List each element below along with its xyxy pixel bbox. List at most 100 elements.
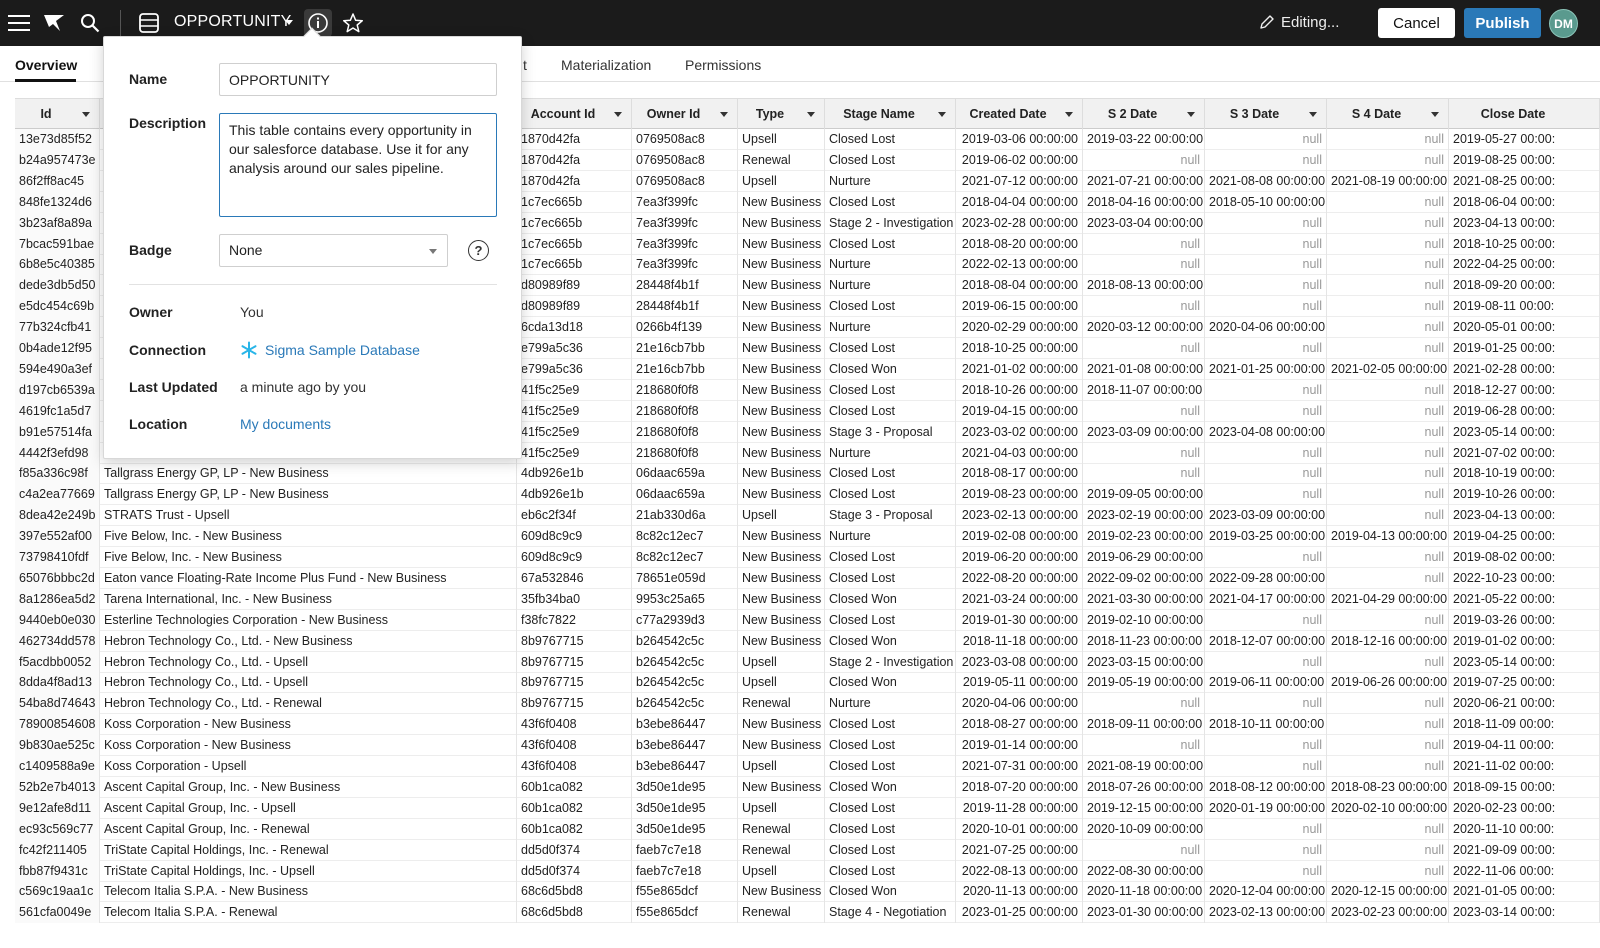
cell-owner-id[interactable]: f55e865dcf xyxy=(632,902,738,924)
cell-type[interactable]: New Business xyxy=(738,526,825,548)
cell-id[interactable]: ec93c569c77 xyxy=(15,818,100,840)
cell-stage-name[interactable]: Closed Lost xyxy=(825,818,956,840)
cell-created-date[interactable]: 2023-03-08 00:00:00 xyxy=(956,651,1083,673)
cell-owner-id[interactable]: 0769508ac8 xyxy=(632,149,738,171)
cell-created-date[interactable]: 2019-02-08 00:00:00 xyxy=(956,526,1083,548)
cell-stage-name[interactable]: Nurture xyxy=(825,275,956,297)
cell-close-date[interactable]: 2021-02-28 00:00: xyxy=(1449,358,1600,380)
cell-owner-id[interactable]: faeb7c7e18 xyxy=(632,860,738,882)
tab-permissions[interactable]: Permissions xyxy=(685,57,761,73)
cell-owner-id[interactable]: 7ea3f399fc xyxy=(632,233,738,255)
column-menu-chevron-icon[interactable] xyxy=(807,112,815,117)
cell-close-date[interactable]: 2018-12-27 00:00: xyxy=(1449,379,1600,401)
cell-account-id[interactable]: 8b9767715 xyxy=(517,672,632,694)
cell-account-name[interactable]: TriState Capital Holdings, Inc. - Renewa… xyxy=(100,839,517,861)
cell-stage-name[interactable]: Stage 2 - Investigation xyxy=(825,212,956,234)
cell-owner-id[interactable]: 0266b4f139 xyxy=(632,317,738,339)
column-header-id[interactable]: Id xyxy=(15,99,100,129)
cell-account-id[interactable]: 43f6f0408 xyxy=(517,735,632,757)
cell-s3-date[interactable]: null xyxy=(1205,693,1327,715)
cell-owner-id[interactable]: 78651e059d xyxy=(632,567,738,589)
cell-stage-name[interactable]: Closed Lost xyxy=(825,191,956,213)
cell-created-date[interactable]: 2021-03-24 00:00:00 xyxy=(956,588,1083,610)
cell-stage-name[interactable]: Closed Lost xyxy=(825,149,956,171)
cell-type[interactable]: New Business xyxy=(738,421,825,443)
cell-created-date[interactable]: 2021-04-03 00:00:00 xyxy=(956,442,1083,464)
chevron-down-icon[interactable] xyxy=(285,20,293,25)
cell-id[interactable]: 3b23af8a89a xyxy=(15,212,100,234)
cell-owner-id[interactable]: b3ebe86447 xyxy=(632,735,738,757)
cell-s4-date[interactable]: 2020-12-15 00:00:00 xyxy=(1327,881,1449,903)
cell-s4-date[interactable]: null xyxy=(1327,693,1449,715)
table-row[interactable]: 52b2e7b4013 Ascent Capital Group, Inc. - … xyxy=(15,776,1600,798)
cell-s2-date[interactable]: null xyxy=(1083,693,1205,715)
cell-owner-id[interactable]: b3ebe86447 xyxy=(632,756,738,777)
cell-s3-date[interactable]: 2021-01-25 00:00:00 xyxy=(1205,358,1327,380)
cell-close-date[interactable]: 2023-04-13 00:00: xyxy=(1449,212,1600,234)
star-icon[interactable] xyxy=(341,11,365,35)
column-header-owner-id[interactable]: Owner Id xyxy=(632,99,738,129)
cell-s2-date[interactable]: null xyxy=(1083,735,1205,757)
cell-s2-date[interactable]: 2020-10-09 00:00:00 xyxy=(1083,818,1205,840)
table-row[interactable]: 8dda4f8ad13 Hebron Technology Co., Ltd. -… xyxy=(15,672,1600,694)
cell-owner-id[interactable]: 21e16cb7bb xyxy=(632,338,738,359)
cell-stage-name[interactable]: Closed Lost xyxy=(825,797,956,819)
table-row[interactable]: f5acdbb0052 Hebron Technology Co., Ltd. -… xyxy=(15,651,1600,673)
cell-stage-name[interactable]: Closed Lost xyxy=(825,567,956,589)
cell-owner-id[interactable]: 218680f0f8 xyxy=(632,421,738,443)
cell-type[interactable]: Renewal xyxy=(738,693,825,715)
cell-s4-date[interactable]: null xyxy=(1327,567,1449,589)
help-icon[interactable]: ? xyxy=(468,240,489,261)
cell-account-id[interactable]: 41f5c25e9 xyxy=(517,379,632,401)
column-header-stage-name[interactable]: Stage Name xyxy=(825,99,956,129)
cell-owner-id[interactable]: b264542c5c xyxy=(632,630,738,652)
cell-account-id[interactable]: 1c7ec665b xyxy=(517,254,632,276)
cell-account-id[interactable]: 67a532846 xyxy=(517,567,632,589)
cell-created-date[interactable]: 2018-08-20 00:00:00 xyxy=(956,233,1083,255)
cell-s2-date[interactable]: 2020-11-18 00:00:00 xyxy=(1083,881,1205,903)
cell-owner-id[interactable]: 9953c25a65 xyxy=(632,588,738,610)
table-row[interactable]: 78900854608 Koss Corporation - New Busine… xyxy=(15,714,1600,736)
cell-stage-name[interactable]: Nurture xyxy=(825,442,956,464)
cell-s2-date[interactable]: null xyxy=(1083,296,1205,318)
badge-select[interactable]: None xyxy=(219,234,448,267)
column-header-created-date[interactable]: Created Date xyxy=(956,99,1083,129)
cell-owner-id[interactable]: 28448f4b1f xyxy=(632,296,738,318)
cell-account-id[interactable]: 6cda13d18 xyxy=(517,317,632,339)
location-link[interactable]: My documents xyxy=(240,416,331,432)
tab-overview[interactable]: Overview xyxy=(15,57,77,73)
column-menu-chevron-icon[interactable] xyxy=(720,112,728,117)
cell-close-date[interactable]: 2023-05-14 00:00: xyxy=(1449,651,1600,673)
table-row[interactable]: 54ba8d74643 Hebron Technology Co., Ltd. -… xyxy=(15,693,1600,715)
cell-account-id[interactable]: 43f6f0408 xyxy=(517,714,632,736)
cell-id[interactable]: 848fe1324d6 xyxy=(15,191,100,213)
cell-type[interactable]: Renewal xyxy=(738,902,825,924)
column-menu-chevron-icon[interactable] xyxy=(1187,112,1195,117)
cell-s2-date[interactable]: null xyxy=(1083,463,1205,485)
column-header-type[interactable]: Type xyxy=(738,99,825,129)
cell-created-date[interactable]: 2019-08-23 00:00:00 xyxy=(956,484,1083,506)
cell-s3-date[interactable]: null xyxy=(1205,129,1327,150)
cell-id[interactable]: 86f2ff8ac45 xyxy=(15,170,100,192)
cell-type[interactable]: New Business xyxy=(738,714,825,736)
table-row[interactable]: 9b830ae525c Koss Corporation - New Busine… xyxy=(15,735,1600,757)
column-header-account-id[interactable]: Account Id xyxy=(517,99,632,129)
cell-s4-date[interactable]: null xyxy=(1327,484,1449,506)
cell-created-date[interactable]: 2021-01-02 00:00:00 xyxy=(956,358,1083,380)
cell-s3-date[interactable]: 2021-04-17 00:00:00 xyxy=(1205,588,1327,610)
cell-close-date[interactable]: 2022-11-06 00:00: xyxy=(1449,860,1600,882)
cell-account-id[interactable]: f38fc7822 xyxy=(517,609,632,631)
cell-s3-date[interactable]: null xyxy=(1205,651,1327,673)
cell-s2-date[interactable]: 2023-02-19 00:00:00 xyxy=(1083,505,1205,527)
cell-close-date[interactable]: 2019-08-11 00:00: xyxy=(1449,296,1600,318)
table-row[interactable]: 9440eb0e030 Esterline Technologies Corpor… xyxy=(15,609,1600,631)
cell-created-date[interactable]: 2022-08-13 00:00:00 xyxy=(956,860,1083,882)
cell-s4-date[interactable]: 2023-02-23 00:00:00 xyxy=(1327,902,1449,924)
cell-close-date[interactable]: 2021-11-02 00:00: xyxy=(1449,756,1600,777)
cell-s2-date[interactable]: 2023-03-04 00:00:00 xyxy=(1083,212,1205,234)
cell-type[interactable]: Upsell xyxy=(738,672,825,694)
cell-type[interactable]: Upsell xyxy=(738,170,825,192)
cell-stage-name[interactable]: Closed Lost xyxy=(825,756,956,777)
table-row[interactable]: 462734dd578 Hebron Technology Co., Ltd. -… xyxy=(15,630,1600,652)
cell-stage-name[interactable]: Closed Lost xyxy=(825,609,956,631)
